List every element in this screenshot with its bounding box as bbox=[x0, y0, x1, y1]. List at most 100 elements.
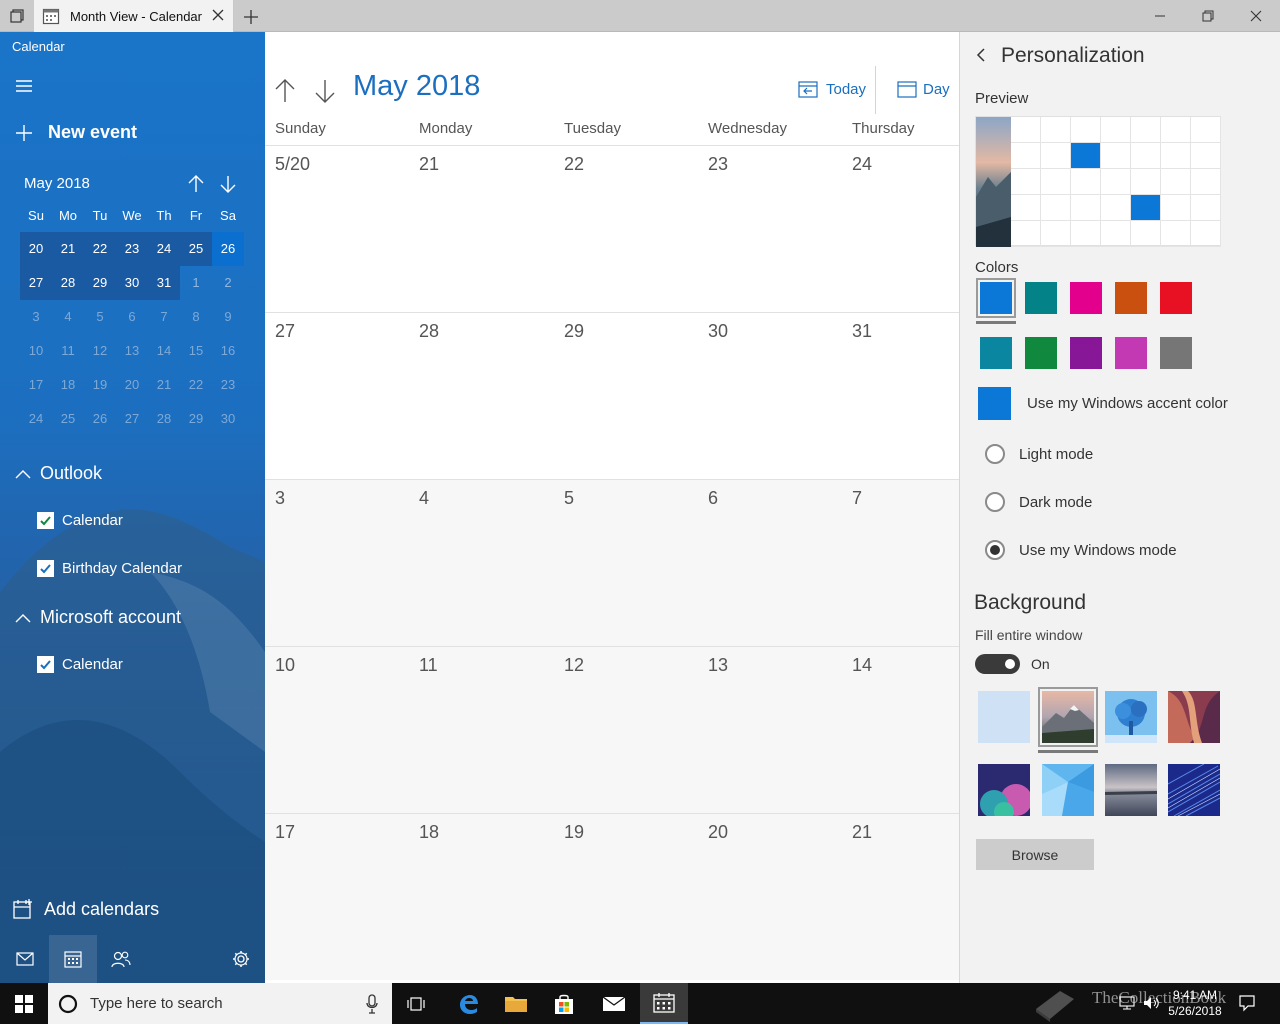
mail-app-button[interactable] bbox=[590, 983, 638, 1024]
mini-day[interactable]: 25 bbox=[180, 232, 212, 266]
background-thumb-canyon[interactable] bbox=[1168, 691, 1220, 743]
settings-button[interactable] bbox=[217, 935, 265, 983]
restore-button[interactable] bbox=[1184, 0, 1232, 32]
month-title[interactable]: May 2018 bbox=[353, 70, 480, 103]
mini-previous-button[interactable] bbox=[187, 174, 205, 194]
mini-day[interactable]: 4 bbox=[52, 300, 84, 334]
mini-day[interactable]: 3 bbox=[20, 300, 52, 334]
day-cell-number[interactable]: 22 bbox=[564, 154, 584, 175]
mini-day[interactable]: 19 bbox=[84, 368, 116, 402]
mode-radio-option[interactable]: Use my Windows mode bbox=[985, 540, 1177, 560]
mini-day[interactable]: 10 bbox=[20, 334, 52, 368]
mini-day[interactable]: 13 bbox=[116, 334, 148, 368]
mini-day[interactable]: 31 bbox=[148, 266, 180, 300]
day-cell-number[interactable]: 11 bbox=[419, 655, 438, 676]
mini-day[interactable]: 21 bbox=[148, 368, 180, 402]
mini-day[interactable]: 30 bbox=[212, 402, 244, 436]
edge-browser-button[interactable] bbox=[444, 983, 492, 1024]
day-cell-number[interactable]: 14 bbox=[852, 655, 872, 676]
day-cell-number[interactable]: 18 bbox=[419, 822, 439, 843]
day-cell-number[interactable]: 31 bbox=[852, 321, 872, 342]
day-view-button[interactable]: Day bbox=[897, 80, 950, 98]
mini-day[interactable]: 26 bbox=[84, 402, 116, 436]
accent-color-swatch[interactable] bbox=[978, 387, 1011, 420]
mini-day[interactable]: 17 bbox=[20, 368, 52, 402]
day-cell-number[interactable]: 5/20 bbox=[275, 154, 310, 175]
tab-close-button[interactable] bbox=[211, 8, 225, 22]
background-thumb-tree[interactable] bbox=[1105, 691, 1157, 743]
new-event-button[interactable]: New event bbox=[14, 122, 137, 143]
notification-icon[interactable] bbox=[1238, 994, 1256, 1012]
color-swatch[interactable] bbox=[1115, 282, 1147, 314]
mini-day[interactable]: 14 bbox=[148, 334, 180, 368]
mini-day[interactable]: 9 bbox=[212, 300, 244, 334]
start-button[interactable] bbox=[0, 983, 48, 1024]
checkbox-checked[interactable] bbox=[37, 656, 54, 673]
browse-button[interactable]: Browse bbox=[976, 839, 1094, 870]
window-tab[interactable]: Month View - Calendar bbox=[34, 0, 234, 32]
radio-circle[interactable] bbox=[985, 444, 1005, 464]
mini-day[interactable]: 2 bbox=[212, 266, 244, 300]
calendar-group-microsoft-account[interactable]: Microsoft account bbox=[14, 607, 181, 628]
tab-switcher-button[interactable] bbox=[0, 0, 34, 32]
color-swatch[interactable] bbox=[1070, 337, 1102, 369]
day-cell-number[interactable]: 3 bbox=[275, 488, 285, 509]
day-cell-number[interactable]: 4 bbox=[419, 488, 429, 509]
mini-day[interactable]: 24 bbox=[20, 402, 52, 436]
mini-day[interactable]: 22 bbox=[84, 232, 116, 266]
radio-circle[interactable] bbox=[985, 492, 1005, 512]
today-button[interactable]: Today bbox=[798, 80, 866, 98]
day-cell-number[interactable]: 24 bbox=[852, 154, 872, 175]
minimize-button[interactable] bbox=[1136, 0, 1184, 32]
day-cell-number[interactable]: 20 bbox=[708, 822, 728, 843]
mini-day[interactable]: 18 bbox=[52, 368, 84, 402]
mini-day[interactable]: 15 bbox=[180, 334, 212, 368]
calendar-button[interactable] bbox=[49, 935, 97, 983]
windows-accent-color-option[interactable]: Use my Windows accent color bbox=[978, 387, 1228, 420]
fill-window-toggle[interactable] bbox=[975, 654, 1020, 674]
mini-day[interactable]: 22 bbox=[180, 368, 212, 402]
color-swatch[interactable] bbox=[1115, 337, 1147, 369]
mini-day[interactable]: 6 bbox=[116, 300, 148, 334]
mini-day[interactable]: 23 bbox=[116, 232, 148, 266]
calendar-group-outlook[interactable]: Outlook bbox=[14, 463, 102, 484]
background-thumb-abstract[interactable] bbox=[978, 764, 1030, 816]
day-cell-number[interactable]: 17 bbox=[275, 822, 295, 843]
mini-day[interactable]: 11 bbox=[52, 334, 84, 368]
mail-button[interactable] bbox=[1, 935, 49, 983]
mini-day[interactable]: 28 bbox=[148, 402, 180, 436]
calendar-item-microsoft-calendar[interactable]: Calendar bbox=[37, 656, 123, 673]
mini-day[interactable]: 23 bbox=[212, 368, 244, 402]
day-cell-number[interactable]: 12 bbox=[564, 655, 584, 676]
volume-icon[interactable] bbox=[1142, 995, 1160, 1011]
mini-day[interactable]: 1 bbox=[180, 266, 212, 300]
calendar-app-taskbar-button[interactable] bbox=[640, 983, 688, 1024]
mini-day[interactable]: 25 bbox=[52, 402, 84, 436]
color-swatch[interactable] bbox=[1070, 282, 1102, 314]
mini-day[interactable]: 7 bbox=[148, 300, 180, 334]
day-cell-number[interactable]: 19 bbox=[564, 822, 584, 843]
day-cell-number[interactable]: 30 bbox=[708, 321, 728, 342]
mini-day[interactable]: 5 bbox=[84, 300, 116, 334]
close-window-button[interactable] bbox=[1232, 0, 1280, 32]
new-tab-button[interactable] bbox=[240, 6, 262, 28]
day-cell-number[interactable]: 21 bbox=[852, 822, 872, 843]
mini-day[interactable]: 12 bbox=[84, 334, 116, 368]
file-explorer-button[interactable] bbox=[492, 983, 540, 1024]
background-thumb-lake[interactable] bbox=[1105, 764, 1157, 816]
mini-next-button[interactable] bbox=[219, 174, 237, 194]
hamburger-menu-button[interactable] bbox=[14, 76, 38, 96]
mode-radio-option[interactable]: Light mode bbox=[985, 444, 1093, 464]
mini-day[interactable]: 24 bbox=[148, 232, 180, 266]
add-calendars-button[interactable]: Add calendars bbox=[12, 898, 159, 920]
day-cell-number[interactable]: 13 bbox=[708, 655, 728, 676]
back-button[interactable] bbox=[974, 46, 988, 64]
mini-day[interactable]: 28 bbox=[52, 266, 84, 300]
color-swatch[interactable] bbox=[1160, 337, 1192, 369]
mini-day[interactable]: 8 bbox=[180, 300, 212, 334]
day-cell-number[interactable]: 7 bbox=[852, 488, 862, 509]
mini-day[interactable]: 20 bbox=[116, 368, 148, 402]
mini-day[interactable]: 29 bbox=[180, 402, 212, 436]
next-month-button[interactable] bbox=[313, 78, 337, 104]
day-cell-number[interactable]: 21 bbox=[419, 154, 439, 175]
